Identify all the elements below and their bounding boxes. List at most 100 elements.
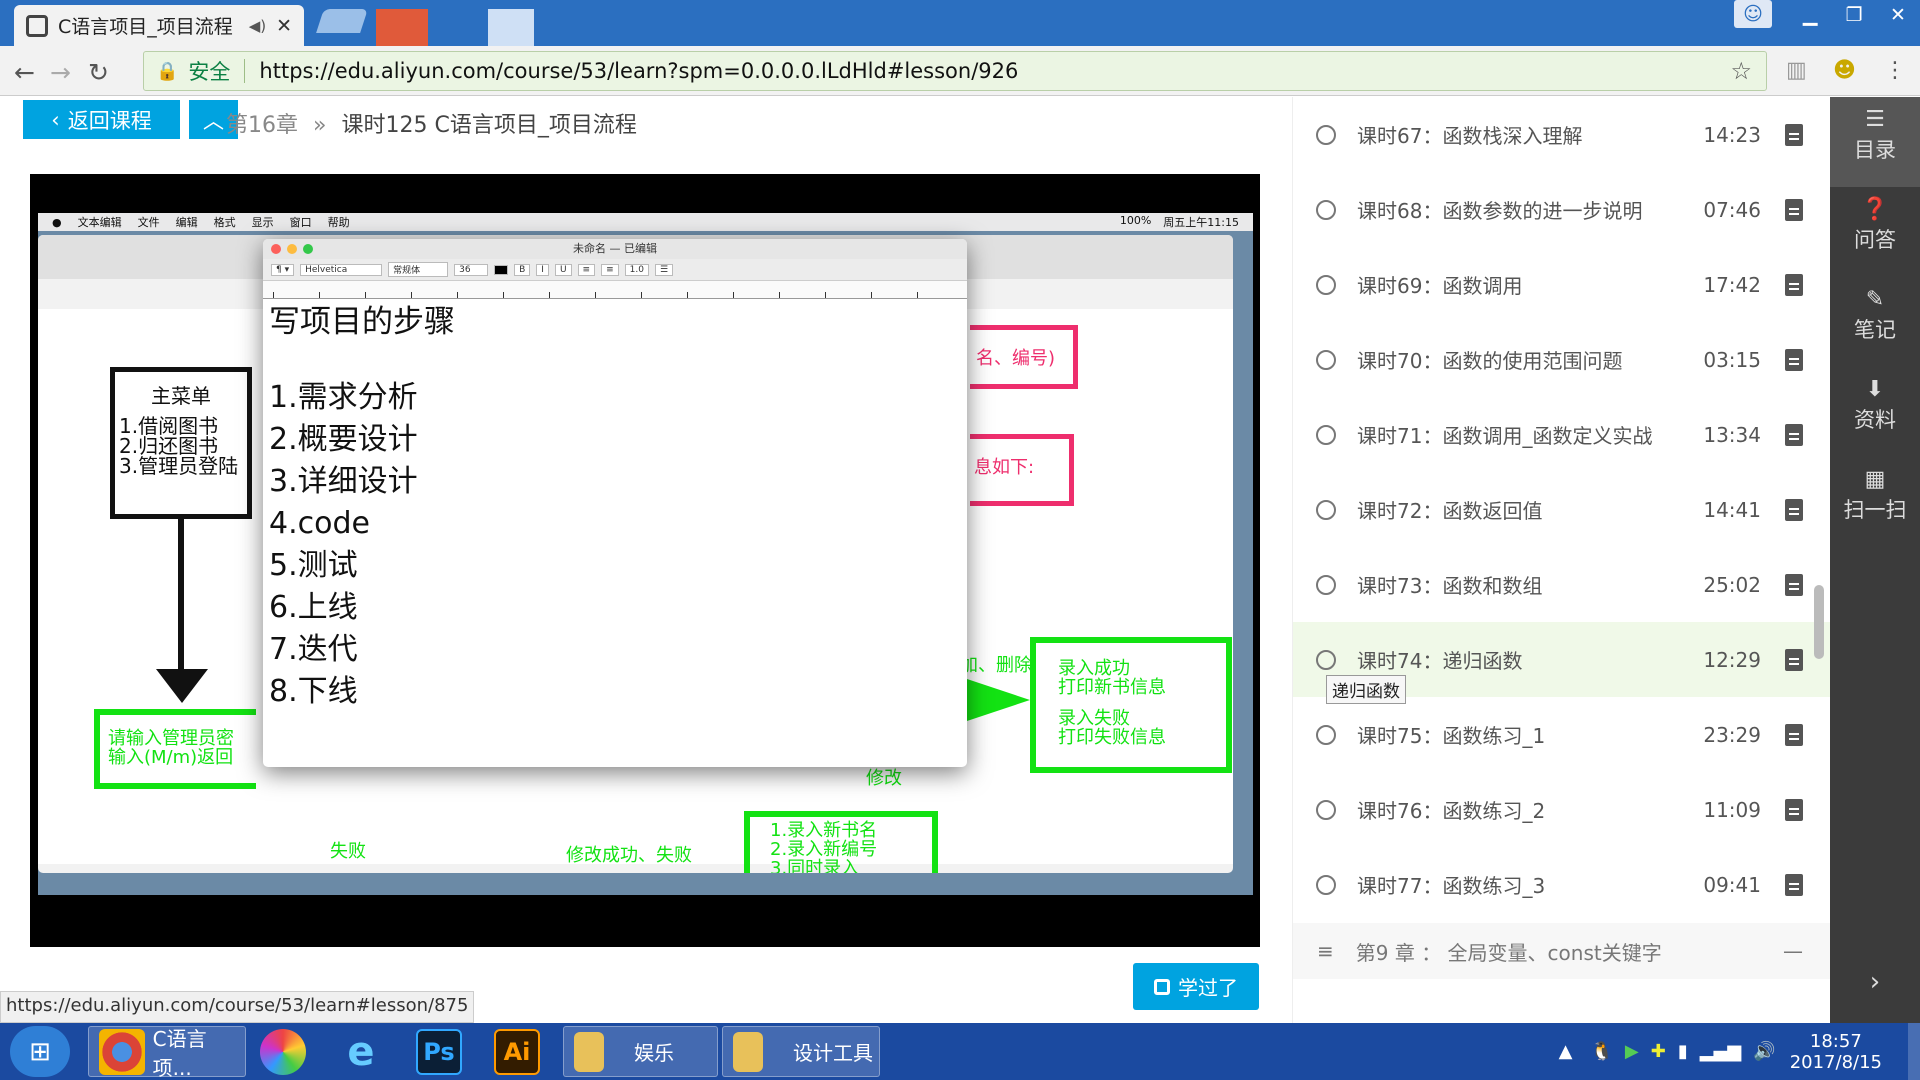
document-icon[interactable] [1785,423,1803,446]
system-tray: ▲ 🐧 ▶ ✚ ▮ ▂▄▆ 🔊 18:57 2017/8/15 [1559,1023,1920,1080]
document-icon[interactable] [1785,498,1803,521]
document-step: 8.下线 [269,674,358,709]
taskbar-ie[interactable]: e [328,1026,398,1077]
chevron-up-icon: ︿ [203,108,224,133]
admin-return-text: 输入(M/m)返回 [108,747,234,768]
rail-materials[interactable]: ⬇ 资料 [1830,367,1920,457]
bookmark-star-icon[interactable]: ☆ [1730,57,1752,85]
lesson-duration: 13:34 [1703,422,1761,447]
document-icon[interactable] [1785,873,1803,896]
back-arrow-icon[interactable]: ← [14,58,35,87]
restore-button[interactable]: ❐ [1832,0,1876,30]
taskbar-color-app[interactable] [250,1026,320,1077]
extension-smiley-icon[interactable]: ☻ [1833,58,1856,83]
illustrator-label: Ai [503,1037,531,1066]
browser-tab-active[interactable]: C语言项目_项目流程 ◀) ✕ [14,5,304,46]
rail-notes[interactable]: ✎ 笔记 [1830,277,1920,367]
lesson-duration: 25:02 [1703,572,1761,597]
sidebar-scrollbar[interactable] [1814,585,1824,659]
qq-icon[interactable]: 🐧 [1590,1041,1612,1062]
document-icon[interactable] [1785,798,1803,821]
lesson-title: 课时69：函数调用 [1357,274,1523,298]
lesson-item[interactable]: 课时67：函数栈深入理解 14:23 [1293,97,1830,172]
lesson-item[interactable]: 课时73：函数和数组 25:02 [1293,547,1830,622]
failure-line: 打印失败信息 [1058,727,1166,748]
rail-qa[interactable]: ❓ 问答 [1830,187,1920,277]
document-icon[interactable] [1785,648,1803,671]
document-icon[interactable] [1785,123,1803,146]
tab-close-icon[interactable]: ✕ [276,15,292,37]
failure-line: 录入失败 [1058,708,1130,729]
volume-icon[interactable]: 🔊 [1753,1041,1775,1062]
profile-icon[interactable]: ☺ [1734,0,1772,28]
close-window-button[interactable]: ✕ [1876,0,1920,30]
pink-box-2-text: 息如下: [974,457,1035,478]
audio-icon[interactable]: ◀) [249,17,266,35]
lesson-duration: 17:42 [1703,272,1761,297]
tray-expand-icon[interactable]: ▲ [1559,1041,1573,1062]
back-to-course-button[interactable]: ‹ 返回课程 [23,100,180,139]
lesson-title: 课时71：函数调用_函数定义实战 [1357,424,1653,448]
address-bar[interactable]: 🔒 安全 https://edu.aliyun.com/course/53/le… [143,51,1767,91]
tray-app-icon[interactable]: ▮ [1678,1041,1688,1062]
checkbox-icon [1154,978,1170,995]
lesson-item[interactable]: 课时76：函数练习_2 11:09 [1293,772,1830,847]
rail-scan[interactable]: ▦ 扫一扫 [1830,457,1920,547]
document-icon[interactable] [1785,198,1803,221]
lesson-item[interactable]: 课时69：函数调用 17:42 [1293,247,1830,322]
reload-icon[interactable]: ↻ [88,58,109,87]
lesson-item[interactable]: 课时77：函数练习_3 09:41 [1293,847,1830,922]
rail-catalog[interactable]: ☰ 目录 [1830,97,1920,187]
document-step: 3.详细设计 [269,464,418,499]
lesson-item[interactable]: 课时68：函数参数的进一步说明 07:46 [1293,172,1830,247]
mac-menu-item: 窗口 [289,216,312,229]
media-icon[interactable]: ▶ [1625,1041,1639,1062]
show-desktop-button[interactable] [1908,1023,1920,1080]
minimize-button[interactable]: ▁ [1788,0,1832,30]
lesson-item[interactable]: 课时75：函数练习_1 23:29 [1293,697,1830,772]
document-icon[interactable] [1785,348,1803,371]
chevron-right-icon[interactable]: › [1830,967,1920,997]
back-to-course-label: 返回课程 [67,108,152,133]
qr-code-icon: ▦ [1864,467,1886,492]
collapse-minus-icon[interactable]: — [1783,939,1803,963]
document-icon[interactable] [1785,723,1803,746]
taskbar-folder-entertainment[interactable]: 娱乐 [563,1026,718,1077]
document-icon[interactable] [1785,273,1803,296]
mac-menu-item: 文本编辑 [77,216,122,229]
video-player[interactable]: ● 文本编辑 文件 编辑 格式 显示 窗口 帮助 100% 周五上午11:15 … [30,174,1260,947]
taskbar-folder-design-tools[interactable]: 设计工具 [722,1026,880,1077]
chapter-row[interactable]: ≡ 第9 章 ： 全局变量、const关键字 — [1293,923,1830,979]
clock[interactable]: 18:57 2017/8/15 [1790,1031,1882,1073]
textedit-format-bar: ¶ ▾ Helvetica 常规体 36 B I U ≡ ≡ 1.0 ☰ [263,259,967,281]
mark-learned-button[interactable]: 学过了 [1133,963,1259,1010]
textedit-window: 未命名 — 已编辑 ¶ ▾ Helvetica 常规体 36 B I U ≡ ≡ 1.0 ☰ 写项目… [263,239,967,767]
extension-icon[interactable]: ▥ [1786,58,1807,83]
taskbar-illustrator[interactable]: Ai [484,1026,554,1077]
menu-dots-icon[interactable]: ⋮ [1884,58,1906,83]
folder-label: 设计工具 [793,1041,873,1065]
taskbar-chrome[interactable]: C语言项... [88,1026,246,1080]
document-step: 2.概要设计 [269,422,418,457]
forward-arrow-icon[interactable]: → [50,58,71,87]
plus-icon[interactable]: ✚ [1651,1041,1666,1062]
start-button[interactable]: ⊞ [10,1026,70,1077]
lesson-item[interactable]: 课时70：函数的使用范围问题 03:15 [1293,322,1830,397]
browser-tab-2[interactable] [316,9,368,33]
lesson-item[interactable]: 课时72：函数返回值 14:41 [1293,472,1830,547]
network-icon[interactable]: ▂▄▆ [1700,1041,1742,1062]
lesson-item[interactable]: 课时71：函数调用_函数定义实战 13:34 [1293,397,1830,472]
document-icon[interactable] [1785,573,1803,596]
pink-box-1-text: 名、编号) [976,348,1056,369]
question-icon: ❓ [1861,197,1889,222]
taskbar-photoshop[interactable]: Ps [406,1026,476,1077]
browser-tab-4[interactable] [488,9,534,46]
lesson-title: 课时73：函数和数组 [1357,574,1543,598]
modify-result-label: 修改成功、失败 [566,845,692,866]
windows-taskbar: ⊞ C语言项... e Ps Ai 娱乐 设计工具 ▲ 🐧 ▶ ✚ ▮ ▂▄▆ … [0,1023,1920,1080]
url-text[interactable]: https://edu.aliyun.com/course/53/learn?s… [259,59,1018,83]
document-title: 未命名 — 已编辑 [573,242,657,255]
breadcrumb: 第16章 » 课时125 C语言项目_项目流程 [226,107,637,139]
browser-tab-3[interactable] [376,9,428,46]
mac-menu-item: 帮助 [327,216,350,229]
